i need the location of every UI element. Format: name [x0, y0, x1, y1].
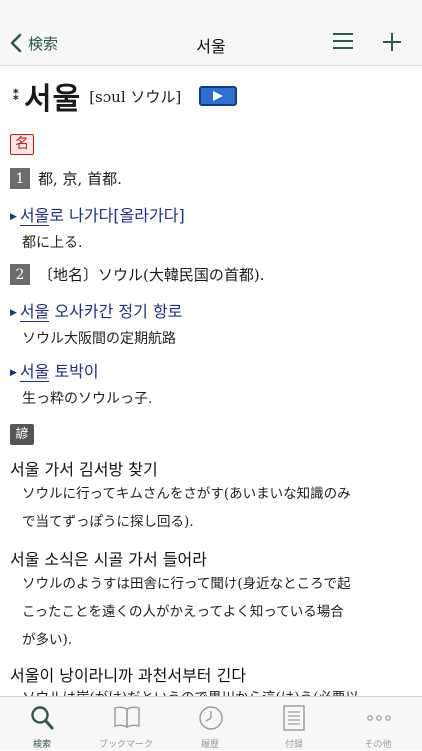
navigation-bar: 検索 서울 — [0, 0, 422, 66]
proverb-1: 서울 가서 김서방 찾기 — [10, 460, 158, 479]
sense-1: 1 都, 京, 首都. — [10, 168, 122, 189]
proverb-3: 서울이 낭이라니까 과천서부터 긴다 — [10, 666, 247, 685]
history-clock-icon — [199, 706, 223, 730]
tab-label: ブックマーク — [98, 740, 153, 750]
example-text: 토박이 — [49, 362, 99, 381]
proverb-2: 서울 소식은 시골 가서 들어라 — [10, 550, 207, 569]
example-link-3[interactable]: ▶ 서울 토박이 — [10, 358, 99, 382]
add-bookmark-plus-icon[interactable] — [382, 32, 402, 56]
translation-line: が多い). — [22, 632, 73, 648]
example-text: 로 나가다[올라가다] — [49, 206, 185, 225]
example-headword: 서울 — [19, 362, 50, 382]
search-icon — [31, 706, 54, 730]
proverb-2-translation: ソウルのようすは田舎に行って聞け(身近なところで起 こったことを遠くの人がかえっ… — [22, 570, 412, 654]
part-of-speech-badge: 名 — [10, 134, 34, 155]
tab-history[interactable]: 履歴 — [168, 697, 252, 751]
entry-content[interactable]: ⁑ 서울 [sɔul ソウル] 名 1 都, 京, 首都. ▶ 서울로 나가다[올… — [0, 66, 422, 696]
sense-number: 2 — [10, 264, 30, 285]
triangle-bullet-icon: ▶ — [10, 308, 17, 318]
headword-row: ⁑ 서울 [sɔul ソウル] — [10, 74, 238, 118]
example-translation-2: ソウル大阪間の定期航路 — [22, 331, 176, 347]
proverb-badge: 諺 — [10, 424, 34, 445]
tab-more[interactable]: その他 — [336, 697, 420, 751]
bookmark-book-icon — [114, 706, 140, 729]
tab-search[interactable]: 検索 — [0, 697, 84, 751]
tab-bar: 検索 ブックマーク 履歴 付録 その他 — [0, 696, 422, 750]
example-text: 오사카간 정기 항로 — [49, 302, 183, 321]
more-dots-icon — [367, 715, 391, 721]
triangle-bullet-icon: ▶ — [10, 212, 17, 222]
tab-label: 付録 — [284, 740, 303, 750]
sense-text: 〔地名〕ソウル(大韓民国の首都). — [38, 266, 265, 284]
example-translation-1: 都に上る. — [22, 235, 83, 251]
example-headword: 서울 — [19, 206, 50, 226]
sense-2: 2 〔地名〕ソウル(大韓民国の首都). — [10, 264, 264, 285]
pronunciation: [sɔul ソウル] — [89, 87, 182, 106]
proverb-1-translation: ソウルに行ってキムさんをさがす(あいまいな知識のみ で当てずっぽうに探し回る). — [22, 480, 412, 536]
translation-line: ソウルは崖(がけ)だというので果川から這(は)う(必要以 — [22, 684, 412, 696]
proverb-3-translation: ソウルは崖(がけ)だというので果川から這(は)う(必要以 — [22, 684, 412, 696]
headword-importance-mark: ⁑ — [12, 88, 20, 104]
tab-label: 検索 — [32, 740, 51, 750]
translation-line: ソウルのようすは田舎に行って聞け(身近なところで起 — [22, 576, 351, 592]
appendix-document-icon — [283, 705, 305, 731]
tab-label: その他 — [364, 740, 392, 750]
menu-icon[interactable] — [332, 32, 354, 54]
page-title: 서울 — [196, 37, 226, 56]
triangle-bullet-icon: ▶ — [10, 368, 17, 378]
translation-line: で当てずっぽうに探し回る). — [22, 514, 194, 530]
tab-appendix[interactable]: 付録 — [252, 697, 336, 751]
tab-bookmarks[interactable]: ブックマーク — [84, 697, 168, 751]
example-link-1[interactable]: ▶ 서울로 나가다[올라가다] — [10, 202, 185, 226]
play-audio-button[interactable] — [199, 86, 238, 106]
sense-number: 1 — [10, 168, 30, 189]
headword: 서울 — [24, 82, 82, 117]
tab-label: 履歴 — [200, 740, 219, 750]
translation-line: ソウルに行ってキムさんをさがす(あいまいな知識のみ — [22, 486, 351, 502]
example-link-2[interactable]: ▶ 서울 오사카간 정기 항로 — [10, 298, 182, 322]
example-headword: 서울 — [19, 302, 50, 322]
example-translation-3: 生っ粋のソウルっ子. — [22, 391, 153, 407]
play-icon — [213, 91, 224, 101]
translation-line: こったことを遠くの人がかえってよく知っている場合 — [22, 604, 344, 620]
sense-text: 都, 京, 首都. — [38, 170, 122, 188]
